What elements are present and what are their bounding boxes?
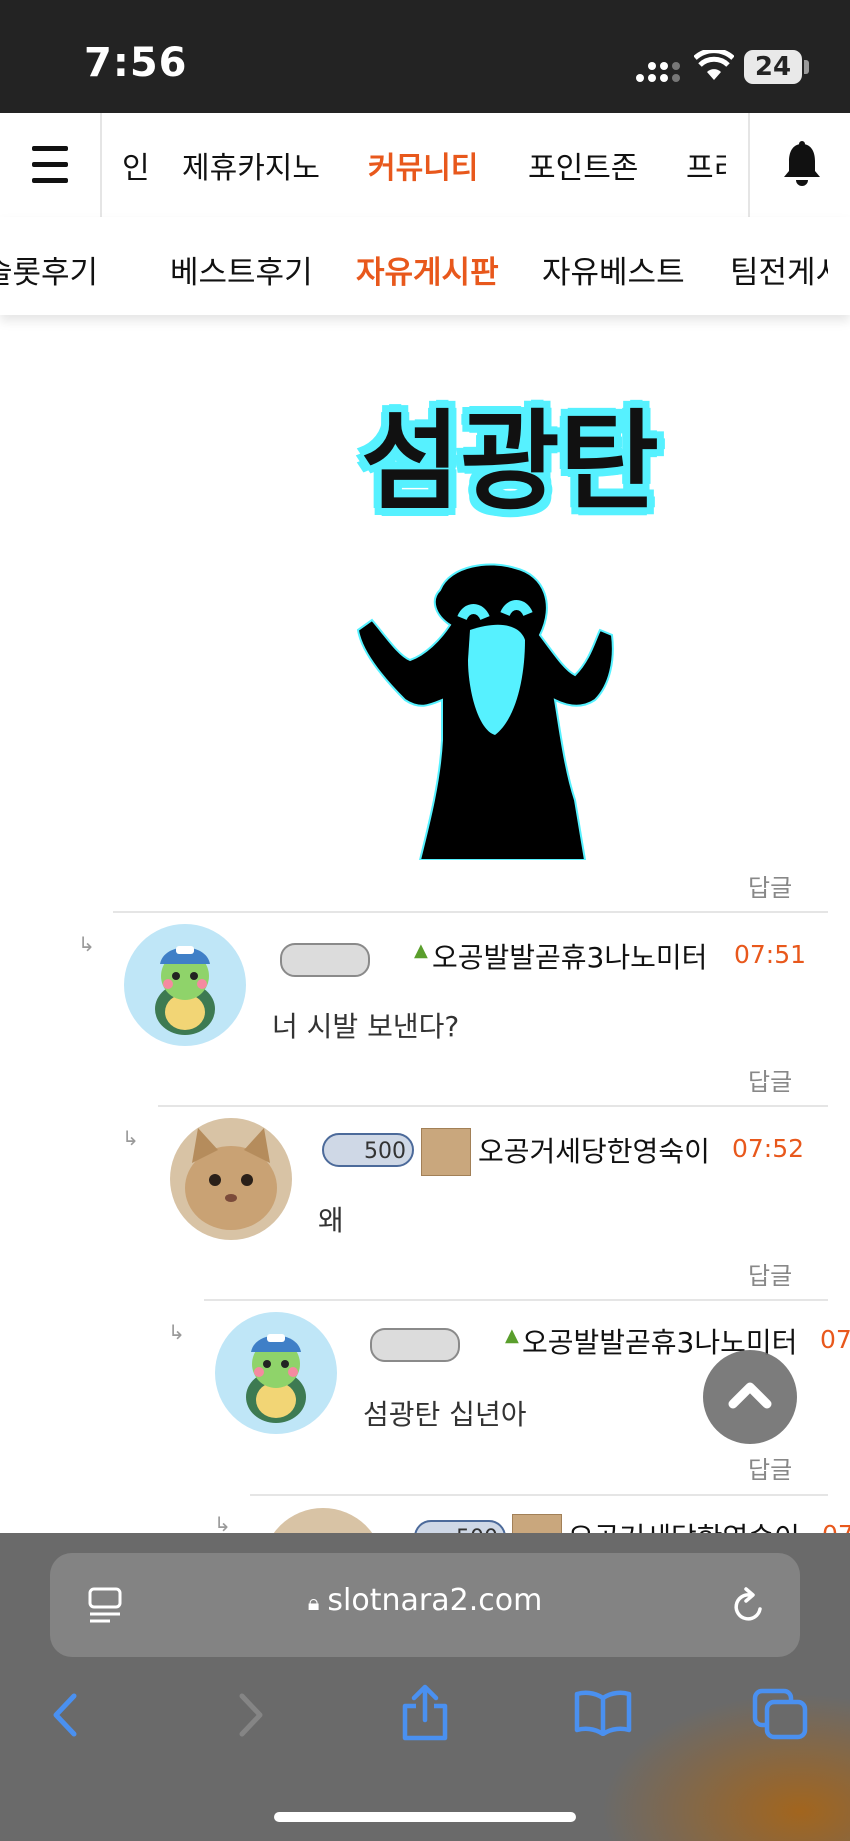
- sub-nav-item-free-board[interactable]: 자유게시판: [356, 247, 499, 292]
- level-badge: [370, 1328, 460, 1362]
- bookmarks-icon[interactable]: [574, 1690, 632, 1736]
- reply-arrow-icon: ↳: [78, 932, 95, 956]
- divider: [113, 911, 828, 913]
- bell-icon: [784, 141, 820, 186]
- sub-nav-partial-wrap: 팀전게시: [730, 217, 828, 315]
- top-nav-item-point-zone[interactable]: 포인트존: [528, 143, 638, 187]
- wifi-icon: [694, 50, 734, 80]
- wallpaper-glow: [600, 1693, 850, 1841]
- top-nav-item-community[interactable]: 커뮤니티: [368, 143, 478, 187]
- chevron-up-icon: [728, 1382, 772, 1409]
- comment-time: 07:52: [732, 1134, 805, 1163]
- comment-reply-button[interactable]: 답글: [748, 1062, 792, 1097]
- reload-icon[interactable]: [730, 1585, 768, 1625]
- avatar[interactable]: [215, 1312, 337, 1434]
- turtle-avatar-icon: [155, 946, 215, 1035]
- top-nav-item-partner-casino[interactable]: 제휴카지노: [182, 143, 320, 187]
- level-badge: 500: [322, 1133, 414, 1167]
- sub-nav-item-best-review[interactable]: 베스트후기: [170, 247, 313, 292]
- divider: [250, 1494, 828, 1496]
- comment-reply-button[interactable]: 답글: [748, 1256, 792, 1291]
- hamburger-icon: [32, 146, 68, 151]
- notifications-button[interactable]: [748, 113, 850, 217]
- battery-tip: [804, 60, 809, 74]
- sub-nav-item-team-board[interactable]: 팀전게시: [730, 247, 828, 292]
- comment-text: 섬광탄 십년아: [363, 1398, 527, 1431]
- hamburger-line: [32, 178, 68, 183]
- address-bar[interactable]: 🔒︎ slotnara2.com: [50, 1553, 800, 1657]
- top-nav-item-prev[interactable]: 인: [122, 143, 150, 187]
- avatar[interactable]: [170, 1118, 292, 1240]
- battery-level: 24: [744, 50, 802, 84]
- profile-thumbnail: [421, 1128, 471, 1176]
- post-image-title-text: 섬광탄: [360, 400, 660, 525]
- top-nav-item-free[interactable]: 프리: [686, 143, 726, 187]
- scroll-to-top-button[interactable]: [703, 1350, 797, 1444]
- hamburger-line: [32, 162, 68, 167]
- status-time: 7:56: [84, 40, 188, 86]
- divider: [158, 1105, 828, 1107]
- comment-reply-button[interactable]: 답글: [748, 1450, 792, 1485]
- comment-author[interactable]: 오공발발곧휴3나노미터: [432, 936, 707, 976]
- home-indicator: [274, 1812, 576, 1822]
- post-reply-button[interactable]: 답글: [748, 868, 792, 903]
- back-icon[interactable]: [48, 1692, 84, 1738]
- leaf-icon: ▲: [414, 940, 428, 961]
- comment-time: 07:51: [734, 940, 807, 969]
- reply-arrow-icon: ↳: [168, 1320, 185, 1344]
- comment-author[interactable]: 오공거세당한영숙이: [478, 1130, 710, 1170]
- divider: [204, 1299, 828, 1301]
- cat-avatar-icon: [185, 1128, 277, 1230]
- url-text: slotnara2.com: [327, 1583, 543, 1618]
- status-bar: 7:56 24: [0, 0, 850, 113]
- share-icon[interactable]: [400, 1684, 450, 1742]
- comment-text: 너 시발 보낸다?: [272, 1010, 460, 1043]
- comment-time: 07: [820, 1325, 850, 1354]
- turtle-avatar-icon: [246, 1334, 306, 1423]
- level-badge: [280, 943, 370, 977]
- lock-icon: 🔒︎: [307, 1591, 320, 1616]
- menu-button[interactable]: [0, 113, 102, 217]
- top-nav-scroller: 인 제휴카지노 커뮤니티 포인트존 프리: [102, 113, 726, 217]
- tabs-icon[interactable]: [752, 1688, 808, 1740]
- sub-nav-item-free-best[interactable]: 자유베스트: [542, 247, 685, 292]
- forward-icon[interactable]: [232, 1692, 268, 1738]
- top-nav-item-partial-wrap: 프리: [686, 113, 726, 217]
- comment-text: 왜: [318, 1204, 344, 1237]
- post-image-title: 섬광탄: [340, 395, 680, 530]
- sub-nav: 슬롯후기 베스트후기 자유게시판 자유베스트 팀전게시: [0, 217, 850, 315]
- reply-arrow-icon: ↳: [122, 1126, 139, 1150]
- url-wrap: 🔒︎ slotnara2.com: [50, 1583, 800, 1618]
- sub-nav-item-slot-review[interactable]: 슬롯후기: [0, 247, 98, 292]
- top-nav: 인 제휴카지노 커뮤니티 포인트존 프리: [0, 113, 850, 219]
- post-image-character: [356, 563, 614, 860]
- leaf-icon: ▲: [505, 1325, 519, 1346]
- avatar[interactable]: [124, 924, 246, 1046]
- cellular-signal-icon: [636, 62, 680, 82]
